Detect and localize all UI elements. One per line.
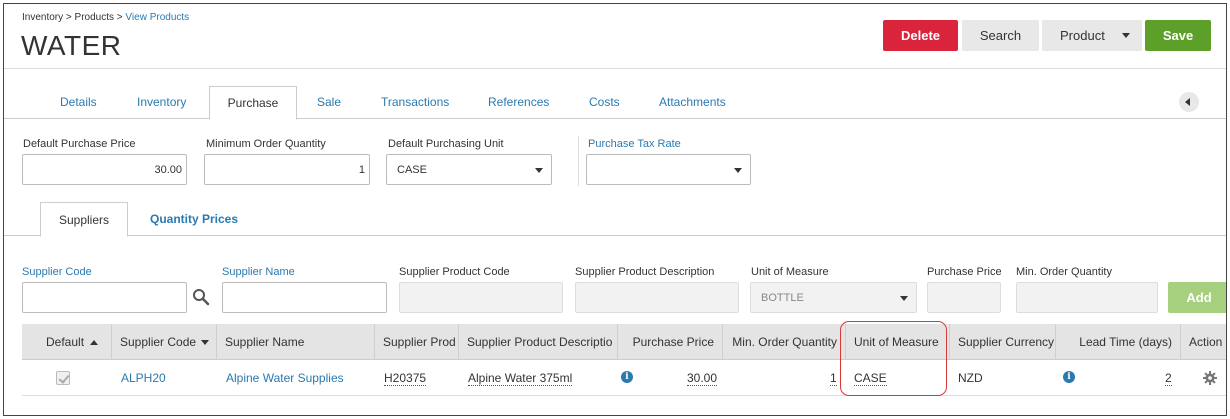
breadcrumb-inventory[interactable]: Inventory [22,12,63,23]
supplier-product-description-cell[interactable]: Alpine Water 375ml [468,360,573,396]
supplier-product-description-input[interactable] [575,282,739,313]
tab-transactions[interactable]: Transactions [381,95,449,109]
lead-time-cell[interactable]: 2 [1165,360,1172,396]
supplier-name-link[interactable]: Alpine Water Supplies [226,360,344,396]
column-supplier-currency[interactable]: Supplier Currency [950,324,1056,360]
supplier-currency-cell: NZD [958,371,983,385]
tab-sale[interactable]: Sale [317,95,341,109]
app-frame: Inventory > Products > View Products WAT… [3,3,1227,416]
supplier-name-filter-input[interactable] [222,282,387,313]
table-header: Default Supplier Code Supplier Name Supp… [22,324,1226,360]
filter-supplier-name-label: Supplier Name [222,266,295,278]
tab-details[interactable]: Details [60,95,97,109]
minimum-order-quantity-input[interactable]: 1 [204,154,370,185]
breadcrumb-view-products[interactable]: View Products [125,12,189,23]
min-order-quantity-input[interactable] [1016,282,1158,313]
unit-of-measure-highlight [840,321,947,396]
search-icon[interactable] [192,288,210,306]
breadcrumb-products[interactable]: Products [75,12,114,23]
sort-ascending-icon [90,339,99,345]
column-min-order-quantity[interactable]: Min. Order Quantity [723,324,846,360]
column-supplier-product-description[interactable]: Supplier Product Descriptio [459,324,618,360]
default-purchasing-unit-value: CASE [397,164,427,176]
subtab-suppliers[interactable]: Suppliers [40,202,128,237]
purchase-tax-rate-select[interactable] [586,154,751,185]
supplier-product-code-input[interactable] [399,282,563,313]
filter-supplier-code-label: Supplier Code [22,266,92,278]
unit-of-measure-select[interactable]: BOTTLE [750,282,917,313]
column-supplier-name[interactable]: Supplier Name [217,324,375,360]
divider [4,68,1226,69]
min-order-quantity-cell[interactable]: 1 [830,360,837,396]
save-button[interactable]: Save [1145,20,1211,51]
chevron-down-icon [1122,33,1130,38]
chevron-down-icon [734,168,742,173]
subtab-quantity-prices[interactable]: Quantity Prices [150,212,238,226]
default-purchase-price-label: Default Purchase Price [23,138,136,150]
tab-inventory[interactable]: Inventory [137,95,186,109]
filter-min-order-qty-label: Min. Order Quantity [1016,266,1112,278]
product-dropdown-button[interactable]: Product [1042,20,1142,51]
tab-attachments[interactable]: Attachments [659,95,726,109]
default-purchase-price-input[interactable]: 30.00 [22,154,187,185]
tab-costs[interactable]: Costs [589,95,620,109]
filter-product-description-label: Supplier Product Description [575,266,715,278]
purchase-price-cell[interactable]: 30.00 [687,360,718,396]
tab-references[interactable]: References [488,95,549,109]
table-row: ALPH20 Alpine Water Supplies H20375 Alpi… [22,360,1226,396]
info-icon[interactable]: i [621,371,633,383]
tab-purchase[interactable]: Purchase [209,86,297,120]
info-icon[interactable]: i [1063,371,1075,383]
supplier-code-link[interactable]: ALPH20 [121,360,166,396]
purchase-tax-rate-label: Purchase Tax Rate [588,138,681,150]
chevron-down-icon [900,296,908,301]
chevron-down-icon [535,168,543,173]
filter-product-code-label: Supplier Product Code [399,266,510,278]
subtab-bar: Suppliers Quantity Prices [4,202,1226,237]
supplier-product-code-cell[interactable]: H20375 [384,360,427,396]
column-supplier-product-code[interactable]: Supplier Prod [375,324,459,360]
column-lead-time[interactable]: Lead Time (days) [1056,324,1181,360]
chevron-left-icon[interactable] [1179,92,1199,112]
page-title: WATER [21,30,122,61]
unit-of-measure-value: BOTTLE [761,292,804,304]
column-supplier-code[interactable]: Supplier Code [112,324,217,360]
tab-bar: Details Inventory Purchase Sale Transact… [4,86,1226,120]
delete-button[interactable]: Delete [883,20,958,51]
default-checkbox[interactable] [56,371,70,385]
purchase-price-input[interactable] [927,282,1001,313]
gear-icon[interactable] [1203,371,1217,385]
product-button-label: Product [1060,28,1105,43]
filter-purchase-price-label: Purchase Price [927,266,1002,278]
default-purchasing-unit-label: Default Purchasing Unit [388,138,504,150]
search-button[interactable]: Search [962,20,1039,51]
add-button[interactable]: Add [1168,282,1226,313]
filter-unit-of-measure-label: Unit of Measure [751,266,829,278]
default-purchasing-unit-select[interactable]: CASE [386,154,552,185]
column-default[interactable]: Default [22,324,112,360]
breadcrumb: Inventory > Products > View Products [22,12,190,23]
sort-descending-icon [201,339,210,345]
column-purchase-price[interactable]: Purchase Price [618,324,723,360]
column-action: Action [1189,335,1223,349]
minimum-order-quantity-label: Minimum Order Quantity [206,138,326,150]
supplier-code-filter-input[interactable] [22,282,187,313]
divider [578,136,579,186]
